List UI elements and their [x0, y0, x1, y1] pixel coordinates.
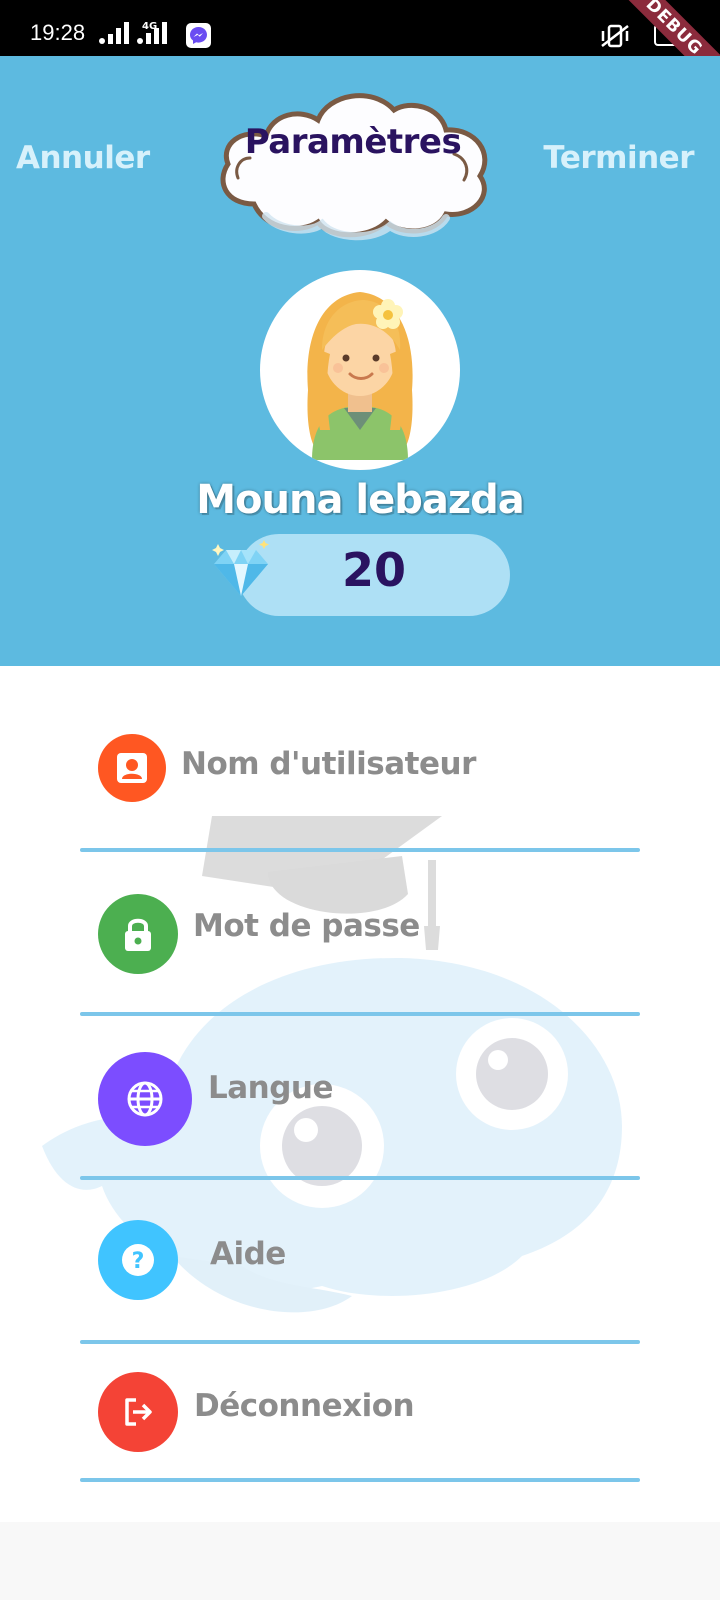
setting-password-label: Mot de passe [193, 908, 420, 944]
done-button[interactable]: Terminer [543, 140, 694, 176]
status-bar: 19:28 4G DEBUG [0, 0, 720, 100]
setting-help-label: Aide [210, 1236, 286, 1272]
setting-logout-label: Déconnexion [194, 1388, 415, 1424]
globe-icon [98, 1052, 192, 1146]
4g-signal-icon: 4G [137, 21, 167, 44]
setting-password[interactable]: Mot de passe [80, 850, 640, 1016]
setting-logout[interactable]: Déconnexion [80, 1342, 640, 1482]
gem-count: 20 [341, 543, 406, 597]
setting-username-label: Nom d'utilisateur [181, 746, 476, 782]
diamond-icon [212, 540, 269, 596]
messenger-icon [186, 23, 211, 48]
status-time: 19:28 [30, 20, 86, 45]
user-badge-icon [98, 734, 166, 802]
setting-language-label: Langue [208, 1070, 334, 1106]
setting-help[interactable]: ? Aide [80, 1178, 640, 1344]
settings-list: Nom d'utilisateur Mot de passe Langue ? … [0, 666, 720, 1522]
svg-text:?: ? [132, 1249, 145, 1274]
girl-avatar-icon [307, 292, 413, 460]
user-name: Mouna lebazda [196, 477, 525, 523]
cloud-title-icon [220, 93, 488, 241]
logout-icon [98, 1372, 178, 1452]
profile-header: Annuler Terminer Paramètres Mouna lebazd… [0, 56, 720, 666]
setting-language[interactable]: Langue [80, 1014, 640, 1180]
vibrate-icon [601, 24, 629, 48]
divider [80, 1478, 640, 1482]
cancel-button[interactable]: Annuler [16, 140, 150, 176]
help-icon: ? [98, 1220, 178, 1300]
avatar[interactable] [260, 270, 460, 470]
lock-icon [98, 894, 178, 974]
signal-icon [99, 22, 129, 44]
setting-username[interactable]: Nom d'utilisateur [80, 686, 640, 852]
page-title: Paramètres [244, 122, 462, 162]
